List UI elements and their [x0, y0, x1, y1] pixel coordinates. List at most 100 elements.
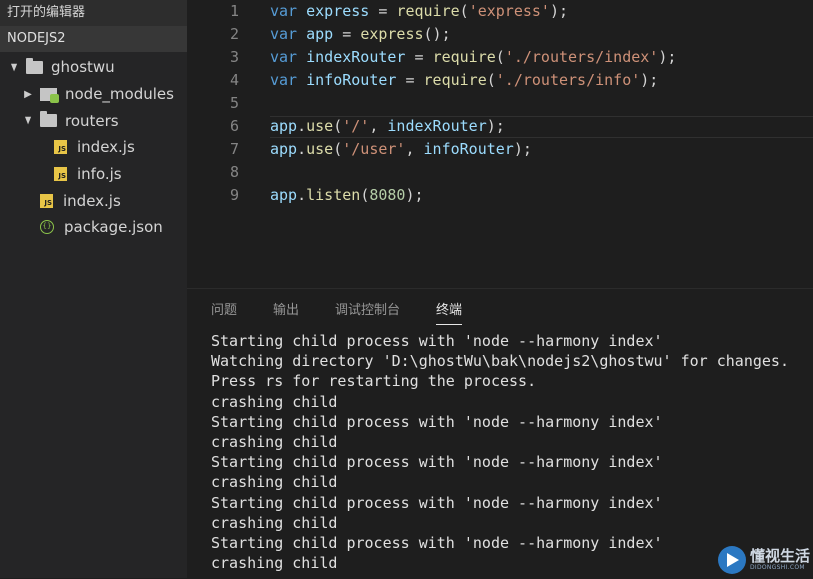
code-token: = — [369, 2, 397, 20]
tree-item-label: index.js — [63, 191, 121, 210]
tree-item[interactable]: {} package.json — [0, 214, 187, 241]
code-token: (); — [423, 25, 451, 43]
panel-tab[interactable]: 输出 — [273, 301, 299, 325]
terminal-line: crashing child — [211, 513, 338, 532]
code-token: ( — [486, 71, 496, 89]
terminal-line: Starting child process with 'node --harm… — [211, 493, 663, 512]
code-token: ); — [486, 117, 505, 135]
panel-tabs: 问题 输出 调试控制台 终端 — [211, 301, 498, 325]
code-token: = — [405, 48, 433, 66]
tree-item[interactable]: ▲ ghostwu — [0, 54, 187, 81]
code-token: app — [270, 140, 298, 158]
tree-item[interactable]: JS index.js — [0, 187, 187, 214]
line-number: 8 — [229, 163, 239, 181]
tree-item-label: routers — [65, 111, 119, 130]
code-token: var — [270, 71, 298, 89]
code-token: ); — [640, 71, 659, 89]
chevron-right-icon[interactable]: ▶ — [22, 89, 34, 100]
js-file-icon: JS — [54, 167, 67, 182]
tree-item-label: package.json — [64, 218, 163, 237]
watermark-title: 懂视生活 — [750, 546, 811, 565]
code-token: './routers/index' — [504, 48, 659, 66]
code-token: , — [369, 117, 388, 135]
panel-tab[interactable]: 调试控制台 — [335, 301, 400, 325]
code-token: ); — [513, 140, 532, 158]
folder-icon — [26, 57, 43, 74]
tree-item-label: index.js — [77, 138, 135, 157]
code-token: indexRouter — [387, 117, 487, 135]
code-text: var express = require('express'); — [270, 0, 568, 23]
code-token: . — [297, 186, 307, 204]
line-number: 7 — [229, 140, 239, 158]
nodejs-file-icon: {} — [40, 220, 54, 235]
code-token: indexRouter — [306, 48, 406, 66]
code-token: ( — [495, 48, 505, 66]
line-number: 5 — [229, 94, 239, 112]
code-token: , — [405, 140, 424, 158]
tree-item-label: info.js — [77, 165, 122, 184]
tree-item[interactable]: JS info.js — [0, 161, 187, 188]
tree-item-label: node_modules — [65, 85, 174, 104]
code-token: './routers/info' — [495, 71, 641, 89]
js-file-icon: JS — [40, 193, 53, 208]
terminal-line: crashing child — [211, 432, 338, 451]
panel-tab[interactable]: 问题 — [211, 301, 237, 325]
panel-tab[interactable]: 终端 — [436, 301, 463, 325]
code-token: app — [306, 25, 334, 43]
code-token: ); — [549, 2, 569, 20]
code-line: 9 app.listen(8080); — [187, 184, 813, 207]
line-number: 1 — [229, 2, 239, 20]
code-text: app.use('/', indexRouter); — [270, 115, 505, 138]
code-token: var — [270, 25, 298, 43]
code-token: ); — [405, 186, 424, 204]
terminal-line: crashing child — [211, 473, 338, 492]
code-line: 3 var indexRouter = require('./routers/in… — [187, 46, 813, 69]
code-token: 'express' — [468, 2, 550, 20]
line-number: 9 — [229, 186, 239, 204]
code-token: = — [396, 71, 424, 89]
code-token: app — [270, 117, 298, 135]
code-line: 4 var infoRouter = require('./routers/inf… — [187, 69, 813, 92]
tree-item-label: ghostwu — [51, 58, 115, 77]
code-token: . — [297, 140, 307, 158]
terminal-line: Watching directory 'D:\ghostWu\bak\nodej… — [211, 352, 789, 371]
code-line: 1 var express = require('express'); — [187, 0, 813, 23]
code-token: listen — [306, 186, 361, 204]
chevron-down-icon[interactable]: ▲ — [23, 115, 33, 126]
code-text: var indexRouter = require('./routers/ind… — [270, 46, 676, 69]
code-token: use — [306, 117, 334, 135]
watermark-subtitle: DIDONGSHI.COM — [750, 563, 805, 571]
code-text: app.listen(8080); — [270, 184, 424, 207]
code-token: app — [270, 186, 298, 204]
code-text: app.use('/user', infoRouter); — [270, 138, 532, 161]
code-token: ( — [333, 117, 343, 135]
project-header[interactable]: NODEJS2 — [0, 26, 187, 52]
chevron-down-icon[interactable]: ▲ — [9, 62, 19, 73]
code-editor[interactable]: 1 var express = require('express'); 2 var a… — [187, 0, 813, 288]
code-token: infoRouter — [423, 140, 514, 158]
code-token: var — [270, 48, 298, 66]
code-line: 5 — [187, 92, 813, 115]
code-token: infoRouter — [306, 71, 397, 89]
terminal-line: Starting child process with 'node --harm… — [211, 412, 663, 431]
tree-item[interactable]: JS index.js — [0, 134, 187, 161]
play-logo-icon — [718, 545, 746, 574]
terminal-output[interactable]: Starting child process with 'node --harm… — [211, 331, 811, 573]
tree-item[interactable]: ▶ node_modules — [0, 81, 187, 108]
code-text: var infoRouter = require('./routers/info… — [270, 69, 658, 92]
code-line: 2 var app = express(); — [187, 23, 813, 46]
terminal-line: Starting child process with 'node --harm… — [211, 453, 663, 472]
open-editors-header[interactable]: 打开的编辑器 — [0, 0, 187, 26]
code-token: . — [297, 117, 307, 135]
explorer-sidebar: 打开的编辑器 NODEJS2 ▲ ghostwu ▶ node_modules ▲ rou… — [0, 0, 187, 578]
line-number: 4 — [229, 71, 239, 89]
line-number: 6 — [229, 117, 239, 135]
code-token: require — [432, 48, 496, 66]
code-token: use — [306, 140, 334, 158]
tree-item[interactable]: ▲ routers — [0, 107, 187, 134]
code-token: require — [423, 71, 487, 89]
code-line: 7 app.use('/user', infoRouter); — [187, 138, 813, 161]
